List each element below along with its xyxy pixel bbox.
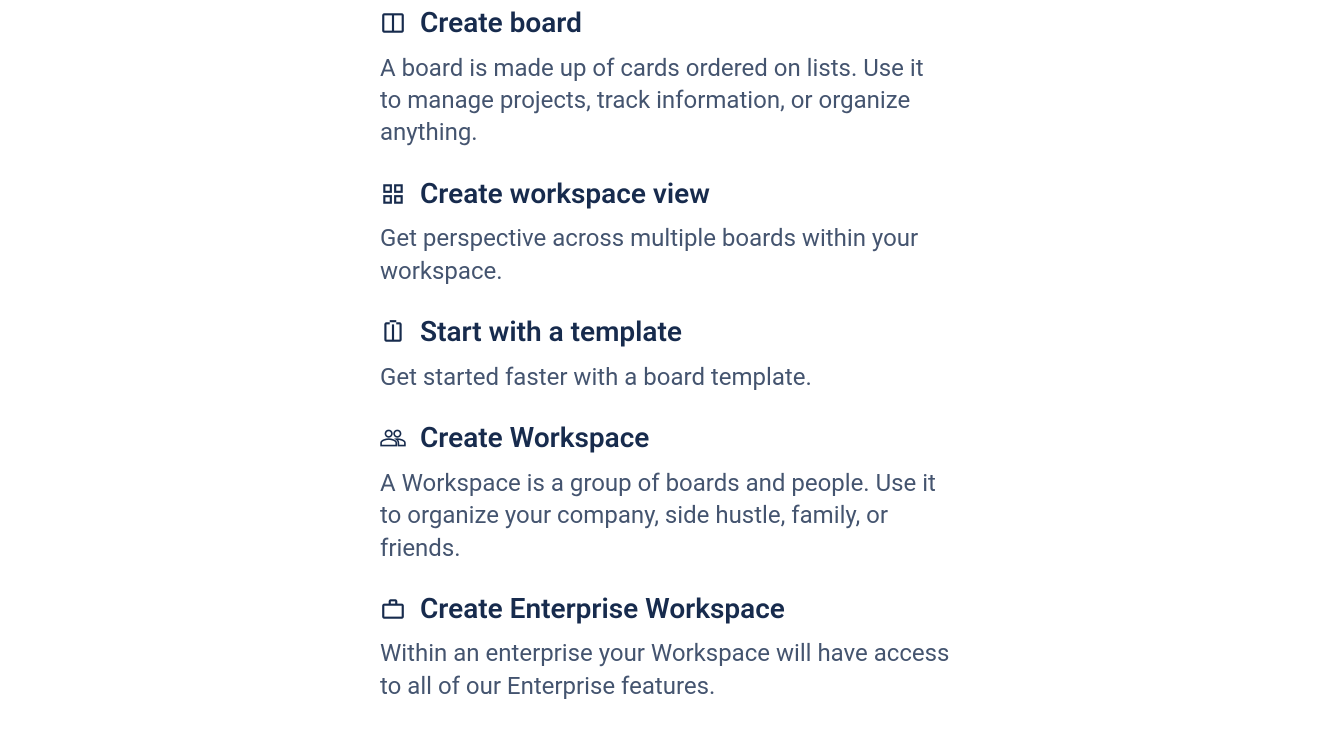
menu-item-description: Get perspective across multiple boards w…	[380, 222, 950, 287]
menu-item-description: A board is made up of cards ordered on l…	[380, 52, 950, 149]
start-with-template-option[interactable]: Start with a template Get started faster…	[380, 315, 950, 393]
workspace-view-icon	[380, 181, 406, 207]
menu-item-title: Create board	[420, 6, 582, 40]
menu-item-header: Create board	[380, 6, 950, 40]
menu-item-description: A Workspace is a group of boards and peo…	[380, 467, 950, 564]
menu-item-header: Create Enterprise Workspace	[380, 592, 950, 626]
menu-item-header: Start with a template	[380, 315, 950, 349]
briefcase-icon	[380, 596, 406, 622]
menu-item-header: Create workspace view	[380, 177, 950, 211]
create-menu: Create board A board is made up of cards…	[380, 6, 950, 730]
create-board-option[interactable]: Create board A board is made up of cards…	[380, 6, 950, 149]
menu-item-title: Start with a template	[420, 315, 682, 349]
create-workspace-option[interactable]: Create Workspace A Workspace is a group …	[380, 421, 950, 564]
menu-item-title: Create Enterprise Workspace	[420, 592, 785, 626]
menu-item-description: Within an enterprise your Workspace will…	[380, 637, 950, 702]
template-icon	[380, 319, 406, 345]
create-enterprise-workspace-option[interactable]: Create Enterprise Workspace Within an en…	[380, 592, 950, 702]
menu-item-title: Create Workspace	[420, 421, 649, 455]
menu-item-description: Get started faster with a board template…	[380, 361, 950, 393]
board-icon	[380, 10, 406, 36]
create-workspace-view-option[interactable]: Create workspace view Get perspective ac…	[380, 177, 950, 287]
people-icon	[380, 425, 406, 451]
menu-item-title: Create workspace view	[420, 177, 710, 211]
menu-item-header: Create Workspace	[380, 421, 950, 455]
